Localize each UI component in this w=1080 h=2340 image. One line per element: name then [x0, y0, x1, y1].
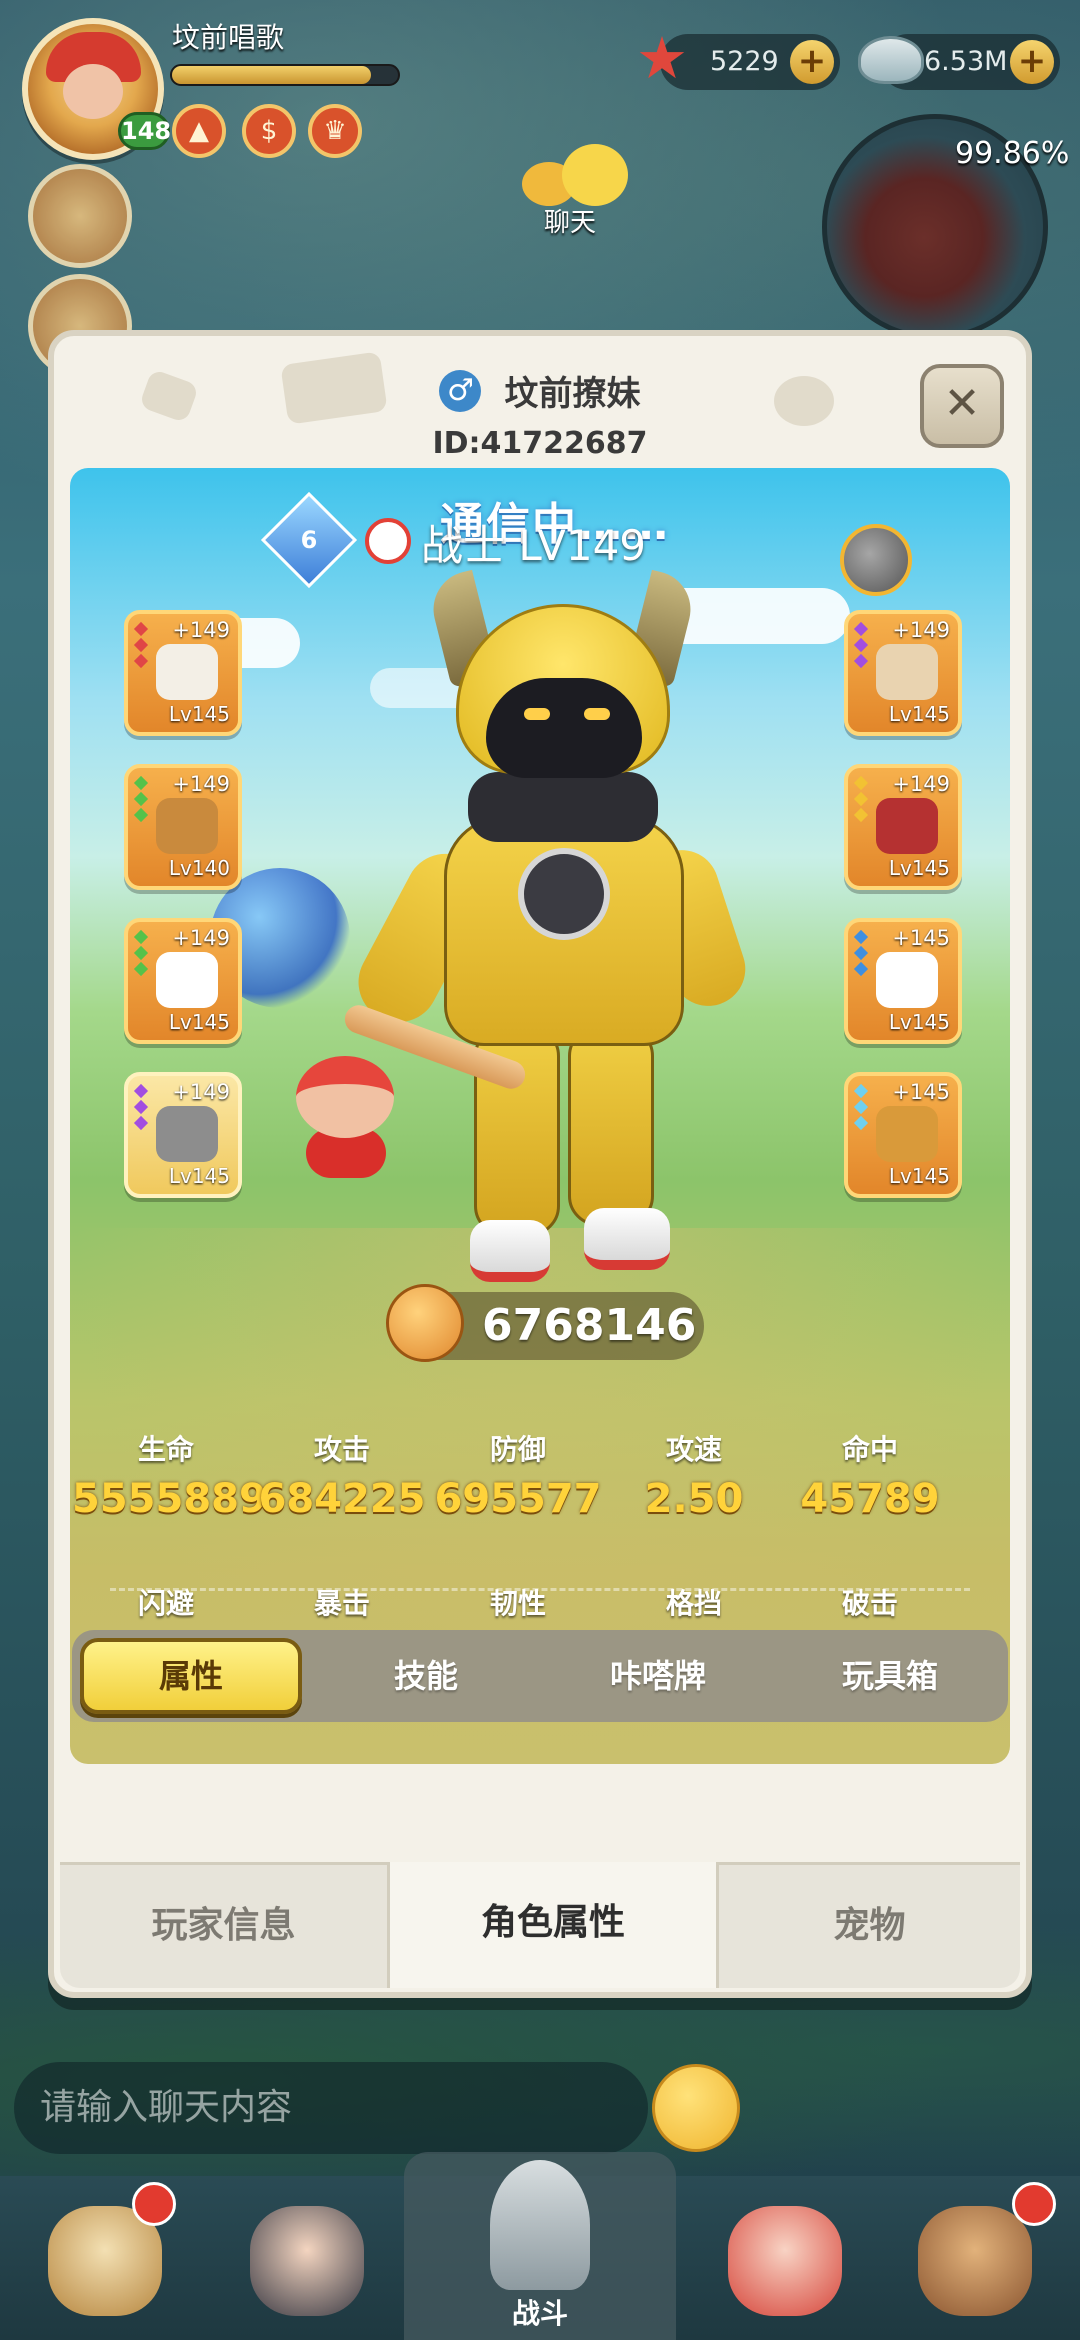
equip-slot-right-2[interactable]: +149 Lv145 — [844, 764, 962, 890]
equip-plus: +145 — [892, 1080, 950, 1104]
shell-add-button[interactable]: + — [1010, 40, 1054, 84]
equip-level: Lv145 — [888, 1164, 950, 1188]
equip-plus: +149 — [892, 772, 950, 796]
shell-icon — [858, 36, 924, 84]
equip-plus: +149 — [892, 618, 950, 642]
combat-power-value: 6768146 — [482, 1300, 697, 1351]
stat-hp: 生命 5555889 — [72, 1433, 267, 1522]
modal-title: ♂ 坟前撩妹 — [54, 366, 1026, 415]
equip-slot-left-2[interactable]: +149 Lv140 — [124, 764, 242, 890]
character-scene: 通信中…… 6 战士 LV149 +149 Lv145 +149 Lv140 + — [70, 468, 1010, 1764]
tab-character-attributes[interactable]: 角色属性 — [390, 1862, 716, 1988]
xp-boost-icon[interactable]: ▲ — [172, 104, 226, 158]
equip-level: Lv145 — [888, 1010, 950, 1034]
chat-input[interactable]: 请输入聊天内容 — [14, 2062, 648, 2154]
notification-badge — [1012, 2182, 1056, 2226]
coin-badge-icon[interactable]: $ — [242, 104, 296, 158]
player-level-badge: 148 — [118, 112, 171, 150]
equip-slot-right-3[interactable]: +145 Lv145 — [844, 918, 962, 1044]
combat-power: 6768146 — [386, 1284, 704, 1362]
exp-bar — [170, 64, 400, 86]
tab-pets[interactable]: 宠物 — [716, 1862, 1020, 1988]
exp-bar-fill — [172, 66, 371, 84]
equip-plus: +149 — [172, 1080, 230, 1104]
equip-level: Lv145 — [888, 702, 950, 726]
starfish-icon: ★ — [636, 24, 688, 92]
chat-label: 聊天 — [544, 208, 597, 238]
stat-attack-speed: 攻速 2.50 — [644, 1433, 744, 1522]
map-progress: 99.86% — [955, 136, 1070, 171]
equip-plus: +149 — [172, 926, 230, 950]
equip-slot-right-4[interactable]: +145 Lv145 — [844, 1072, 962, 1198]
tab-skills[interactable]: 技能 — [310, 1638, 542, 1714]
hero-character — [344, 548, 755, 1308]
player-name: 坟前唱歌 — [172, 21, 285, 54]
player-info-modal: ♂ 坟前撩妹 ID:41722687 ✕ 通信中…… 6 战士 LV149 +1… — [48, 330, 1032, 1998]
equip-slot-left-4[interactable]: +149 Lv145 — [124, 1072, 242, 1198]
close-button[interactable]: ✕ — [920, 364, 1004, 448]
nav-item-battle[interactable]: 战斗 — [404, 2152, 676, 2340]
equip-plus: +149 — [172, 618, 230, 642]
stat-attack: 攻击 684225 — [258, 1433, 426, 1522]
stats-divider — [110, 1588, 970, 1591]
notification-badge — [132, 2182, 176, 2226]
tab-cards[interactable]: 咔嗒牌 — [542, 1638, 774, 1714]
nav-item-pet[interactable] — [710, 2196, 860, 2336]
target-player-id: ID:41722687 — [432, 426, 648, 461]
pet-character — [280, 1048, 410, 1178]
sub-tab-bar: 属性 技能 咔嗒牌 玩具箱 — [72, 1630, 1008, 1722]
class-rank: 6 — [300, 526, 318, 554]
trophy-badge-icon[interactable]: ♛ — [308, 104, 362, 158]
equip-level: Lv140 — [168, 856, 230, 880]
starfish-amount: 5229 — [710, 46, 779, 77]
starfish-add-button[interactable]: + — [790, 40, 834, 84]
bottom-tab-bar: 玩家信息 角色属性 宠物 — [60, 1862, 1020, 1988]
emoji-button[interactable] — [652, 2064, 740, 2152]
nav-battle-label: 战斗 — [511, 2297, 568, 2330]
target-player-name: 坟前撩妹 — [504, 374, 641, 414]
nav-item-hero[interactable] — [232, 2196, 382, 2336]
class-rank-gem-icon: 6 — [260, 491, 358, 589]
side-avatar-1[interactable] — [28, 164, 132, 268]
equip-level: Lv145 — [168, 1164, 230, 1188]
muscle-icon — [386, 1284, 464, 1362]
equip-plus: +145 — [892, 926, 950, 950]
stat-accuracy: 命中 45789 — [800, 1433, 940, 1522]
stat-defense: 防御 695577 — [434, 1433, 602, 1522]
tab-attributes[interactable]: 属性 — [80, 1638, 302, 1714]
shell-amount: 6.53M — [924, 46, 1008, 77]
equip-level: Lv145 — [168, 702, 230, 726]
male-gender-icon: ♂ — [439, 369, 482, 412]
sword-icon — [490, 2160, 590, 2290]
equip-plus: +149 — [172, 772, 230, 796]
equip-slot-right-1[interactable]: +149 Lv145 — [844, 610, 962, 736]
chat-input-placeholder: 请输入聊天内容 — [40, 2087, 293, 2128]
equip-slot-left-1[interactable]: +149 Lv145 — [124, 610, 242, 736]
equip-level: Lv145 — [888, 856, 950, 880]
mace-icon[interactable] — [840, 524, 912, 596]
tab-player-info[interactable]: 玩家信息 — [60, 1862, 390, 1988]
equip-level: Lv145 — [168, 1010, 230, 1034]
equip-slot-left-3[interactable]: +149 Lv145 — [124, 918, 242, 1044]
tab-toybox[interactable]: 玩具箱 — [774, 1638, 1006, 1714]
